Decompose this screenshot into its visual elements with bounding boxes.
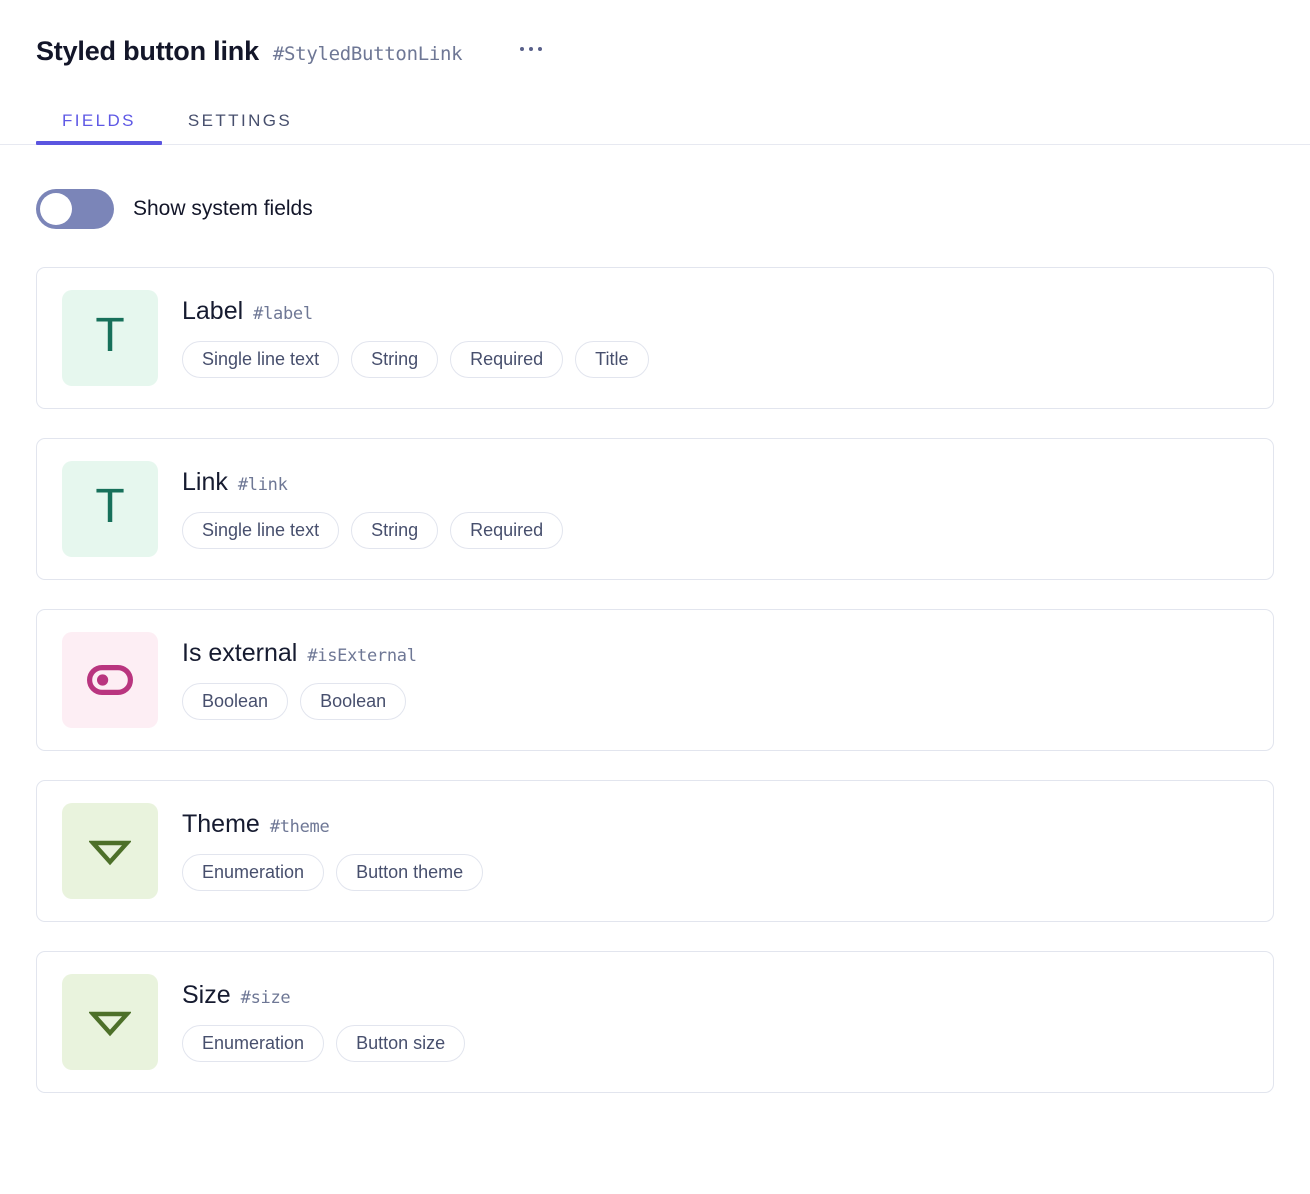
field-card-theme[interactable]: Theme #theme Enumeration Button theme <box>36 780 1274 922</box>
field-list: T Label #label Single line text String R… <box>36 267 1274 1093</box>
field-title-row: Size #size <box>182 981 1249 1010</box>
field-tag: Button size <box>336 1024 466 1063</box>
page-title: Styled button link <box>36 36 259 66</box>
tab-fields[interactable]: FIELDS <box>36 111 162 145</box>
field-card-is-external[interactable]: Is external #isExternal Boolean Boolean <box>36 609 1274 751</box>
field-tags: Single line text String Required <box>182 511 1249 550</box>
dot <box>520 46 525 51</box>
tab-settings[interactable]: SETTINGS <box>162 111 318 144</box>
field-body: Size #size Enumeration Button size <box>182 974 1249 1063</box>
field-title-row: Theme #theme <box>182 810 1249 839</box>
field-tag: Boolean <box>300 682 407 721</box>
field-type-detail-page: Styled button link #StyledButtonLink FIE… <box>0 0 1310 1194</box>
boolean-toggle-icon <box>62 632 158 728</box>
glyph-t: T <box>95 480 125 533</box>
field-name: Theme <box>182 810 260 838</box>
field-card-link[interactable]: T Link #link Single line text String Req… <box>36 438 1274 580</box>
field-body: Is external #isExternal Boolean Boolean <box>182 632 1249 721</box>
toggle-knob <box>40 193 72 225</box>
dot <box>529 46 534 51</box>
glyph-t: T <box>95 309 125 362</box>
single-line-text-icon: T <box>62 461 158 557</box>
single-line-text-icon: T <box>62 290 158 386</box>
field-tags: Enumeration Button size <box>182 1024 1249 1063</box>
more-options-icon[interactable] <box>520 46 543 51</box>
field-card-size[interactable]: Size #size Enumeration Button size <box>36 951 1274 1093</box>
field-tag: Single line text <box>182 511 340 550</box>
field-tag: Button theme <box>336 853 484 892</box>
field-title-row: Label #label <box>182 297 1249 326</box>
field-tag: String <box>351 340 439 379</box>
field-body: Theme #theme Enumeration Button theme <box>182 803 1249 892</box>
field-tag: Single line text <box>182 340 340 379</box>
field-tag: Boolean <box>182 682 289 721</box>
enumeration-dropdown-icon <box>62 803 158 899</box>
field-handle: #theme <box>269 817 330 837</box>
field-tags: Enumeration Button theme <box>182 853 1249 892</box>
field-card-label[interactable]: T Label #label Single line text String R… <box>36 267 1274 409</box>
field-tag: Required <box>450 511 564 550</box>
dot <box>538 46 543 51</box>
field-name: Size <box>182 981 231 1009</box>
show-system-fields-label: Show system fields <box>133 197 313 220</box>
tab-bar: FIELDS SETTINGS <box>0 93 1310 145</box>
field-title-row: Link #link <box>182 468 1249 497</box>
field-tag: Enumeration <box>182 1024 325 1063</box>
field-handle: #label <box>253 304 313 324</box>
page-header: Styled button link #StyledButtonLink <box>0 0 1310 65</box>
field-handle: #link <box>237 475 288 495</box>
field-tag: Title <box>575 340 649 379</box>
field-name: Link <box>182 468 228 496</box>
field-handle: #isExternal <box>307 646 417 666</box>
field-body: Link #link Single line text String Requi… <box>182 461 1249 550</box>
field-name: Label <box>182 297 244 325</box>
field-handle: #size <box>240 988 291 1008</box>
field-tags: Single line text String Required Title <box>182 340 1249 379</box>
show-system-fields-row: Show system fields <box>36 189 1310 229</box>
field-body: Label #label Single line text String Req… <box>182 290 1249 379</box>
field-title-row: Is external #isExternal <box>182 639 1249 668</box>
show-system-fields-toggle[interactable] <box>36 189 114 229</box>
field-name: Is external <box>182 639 298 667</box>
field-tag: Enumeration <box>182 853 325 892</box>
field-tag: Required <box>450 340 564 379</box>
page-handle: #StyledButtonLink <box>272 43 463 65</box>
field-tag: String <box>351 511 439 550</box>
enumeration-dropdown-icon <box>62 974 158 1070</box>
field-tags: Boolean Boolean <box>182 682 1249 721</box>
